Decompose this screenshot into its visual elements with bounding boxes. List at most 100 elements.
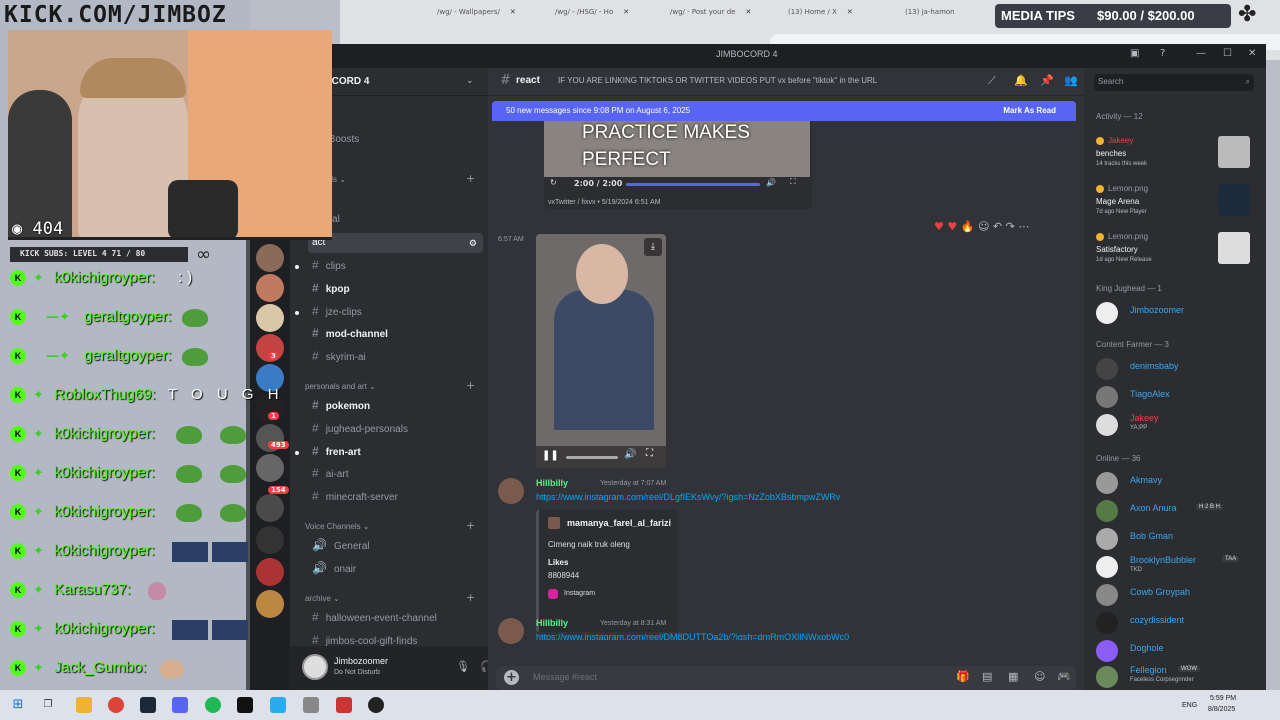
member-item[interactable]: Akmavy	[1096, 470, 1262, 494]
category-voice[interactable]: Voice Channels ⌄	[305, 522, 370, 531]
fire-reaction-icon[interactable]: 🔥	[961, 220, 975, 233]
server-icon[interactable]	[256, 304, 284, 332]
clock-date[interactable]: 8/8/2025	[1208, 706, 1235, 713]
new-messages-bar[interactable]: 50 new messages since 9:08 PM on August …	[492, 101, 1076, 121]
language-indicator[interactable]: ENG	[1182, 702, 1197, 709]
add-channel-icon[interactable]: +	[466, 591, 475, 604]
members-icon[interactable]: 👥	[1064, 74, 1078, 87]
member-item[interactable]: Jakeey YA;PP	[1096, 412, 1262, 436]
channel-topic[interactable]: IF YOU ARE LINKING TIKTOKS OR TWITTER VI…	[558, 76, 877, 85]
member-item[interactable]: TiagoAlex	[1096, 384, 1262, 408]
pause-icon[interactable]: ❚❚	[542, 450, 559, 461]
avatar[interactable]	[302, 654, 328, 680]
app-icon[interactable]	[303, 697, 319, 713]
chrome-icon[interactable]	[108, 697, 124, 713]
telegram-icon[interactable]	[270, 697, 286, 713]
activity-item[interactable]: Jakeey benches 14 tracks this week	[1096, 136, 1262, 172]
member-item[interactable]: Doghole	[1096, 638, 1262, 662]
message-link[interactable]: https://www.instagram.com/reel/DLgfIEKsW…	[536, 492, 840, 502]
server-icon[interactable]	[256, 274, 284, 302]
avatar[interactable]	[498, 618, 524, 644]
add-channel-icon[interactable]: +	[466, 519, 475, 532]
channel-jze-clips[interactable]: # jze-clips	[308, 301, 483, 321]
activity-item[interactable]: Lemon.png Mage Arena 7d ago New Player	[1096, 184, 1262, 220]
forward-icon[interactable]: ↷	[1006, 220, 1015, 233]
obs-icon[interactable]	[368, 697, 384, 713]
file-explorer-icon[interactable]	[76, 697, 92, 713]
message-author[interactable]: Hillbilly	[536, 618, 568, 628]
avatar[interactable]	[498, 478, 524, 504]
replay-icon[interactable]: ↻	[550, 178, 557, 187]
sticker-icon[interactable]: ▦	[1008, 670, 1018, 683]
member-item[interactable]: Fellegion WOW Faceless Corpsegrinder	[1096, 664, 1262, 688]
browser-tab[interactable]: /wg/ - Wallpapers/✕	[437, 8, 516, 26]
server-icon[interactable]	[256, 590, 284, 618]
pin-icon[interactable]: 📌	[1040, 74, 1054, 87]
settings-icon[interactable]: ⚙	[469, 233, 477, 253]
bell-icon[interactable]: 🔔	[1014, 74, 1028, 87]
task-view-icon[interactable]: ❐	[40, 697, 56, 713]
channel-clips[interactable]: # clips	[308, 255, 483, 275]
activity-item[interactable]: Lemon.png Satisfactory 1d ago New Releas…	[1096, 232, 1262, 268]
download-icon[interactable]: ⤓	[644, 238, 662, 256]
video-thumbnail[interactable]: PRACTICE MAKES PERFECT	[544, 121, 810, 177]
member-item[interactable]: BrooklynBubbler TKD TAA	[1096, 554, 1262, 578]
spotify-icon[interactable]	[205, 697, 221, 713]
message-author[interactable]: Hillbilly	[536, 478, 568, 488]
discord-icon[interactable]	[172, 697, 188, 713]
steam-icon[interactable]	[140, 697, 156, 713]
add-channel-icon[interactable]: +	[466, 379, 475, 392]
server-icon[interactable]	[256, 454, 284, 482]
server-icon[interactable]	[256, 526, 284, 554]
server-icon[interactable]	[256, 244, 284, 272]
chevron-down-icon[interactable]: ⌄	[466, 76, 474, 86]
add-reaction-icon[interactable]: ☺	[978, 220, 989, 233]
channel-ai-art[interactable]: # ai-art	[308, 463, 483, 483]
search-input[interactable]: Search ⌕	[1094, 74, 1254, 91]
channel-pokemon[interactable]: # pokemon	[308, 395, 483, 415]
heart-reaction-icon[interactable]: ♥	[934, 220, 944, 233]
channel-general[interactable]: eneral	[308, 210, 483, 230]
browser-tab[interactable]: /wg/ - Post your de ✕	[670, 8, 751, 26]
member-item[interactable]: Jimbozoomer	[1096, 300, 1262, 324]
clock-time[interactable]: 5:59 PM	[1210, 695, 1236, 702]
message-input[interactable]: Message #react	[533, 672, 597, 682]
channel-halloween[interactable]: # halloween-event-channel	[308, 607, 483, 627]
voice-channel-onair[interactable]: 🔊 onair	[308, 558, 483, 578]
member-item[interactable]: denimsbaby	[1096, 356, 1262, 380]
maximize-icon[interactable]: ☐	[1223, 48, 1232, 59]
gift-icon[interactable]: 🎁	[956, 670, 970, 683]
windows-start-icon[interactable]: ⊞	[10, 697, 26, 713]
member-item[interactable]: Axon Anura H 2 B H	[1096, 498, 1262, 522]
reaction-icon[interactable]: ♥	[947, 220, 957, 233]
channel-kpop[interactable]: # kpop	[308, 278, 483, 298]
fullscreen-icon[interactable]: ⛶	[646, 448, 653, 459]
video-embed[interactable]: PRACTICE MAKES PERFECT ↻ 2:00 / 2:00 🔊 ⛶…	[544, 121, 812, 209]
close-icon[interactable]: ✕	[1248, 48, 1256, 59]
add-channel-icon[interactable]: +	[466, 172, 475, 185]
channel-mod-channel[interactable]: # mod-channel	[308, 323, 483, 343]
fullscreen-icon[interactable]: ⛶	[790, 177, 796, 187]
embed-author[interactable]: mamanya_farel_al_farizi	[567, 518, 671, 528]
minimize-icon[interactable]: —	[1196, 48, 1206, 59]
member-item[interactable]: Cowb Groypah	[1096, 582, 1262, 606]
volume-icon[interactable]: 🔊	[766, 178, 776, 187]
channel-events[interactable]: nts	[308, 107, 483, 127]
activity-header[interactable]: Activity — 12	[1096, 112, 1143, 121]
message-composer[interactable]: + Message #react 🎁 ▤ ▦ ☺ 🎮	[496, 666, 1076, 690]
browser-tab[interactable]: (13) ja-hamon	[905, 8, 955, 26]
reply-icon[interactable]: ↶	[993, 220, 1002, 233]
volume-icon[interactable]: 🔊	[624, 449, 636, 460]
progress-bar[interactable]	[566, 456, 618, 459]
voice-channel-general[interactable]: 🔊 General	[308, 535, 483, 555]
channel-server-boosts[interactable]: ver Boosts	[308, 130, 483, 150]
browser-tab[interactable]: /wg/ - /HSG/ - Ho ✕	[555, 8, 629, 26]
channel-jughead-personals[interactable]: # jughead-personals	[308, 418, 483, 438]
member-item[interactable]: Bob Gman	[1096, 526, 1262, 550]
message-link[interactable]: https://www.instagram.com/reel/DM8DUTTOa…	[536, 632, 849, 640]
apps-icon[interactable]: 🎮	[1057, 670, 1071, 683]
terminal-icon[interactable]	[237, 697, 253, 713]
channel-skyrim-ai[interactable]: # skyrim-ai	[308, 346, 483, 366]
add-attachment-icon[interactable]: +	[504, 670, 519, 685]
channel-react[interactable]: act ⚙	[308, 233, 483, 253]
